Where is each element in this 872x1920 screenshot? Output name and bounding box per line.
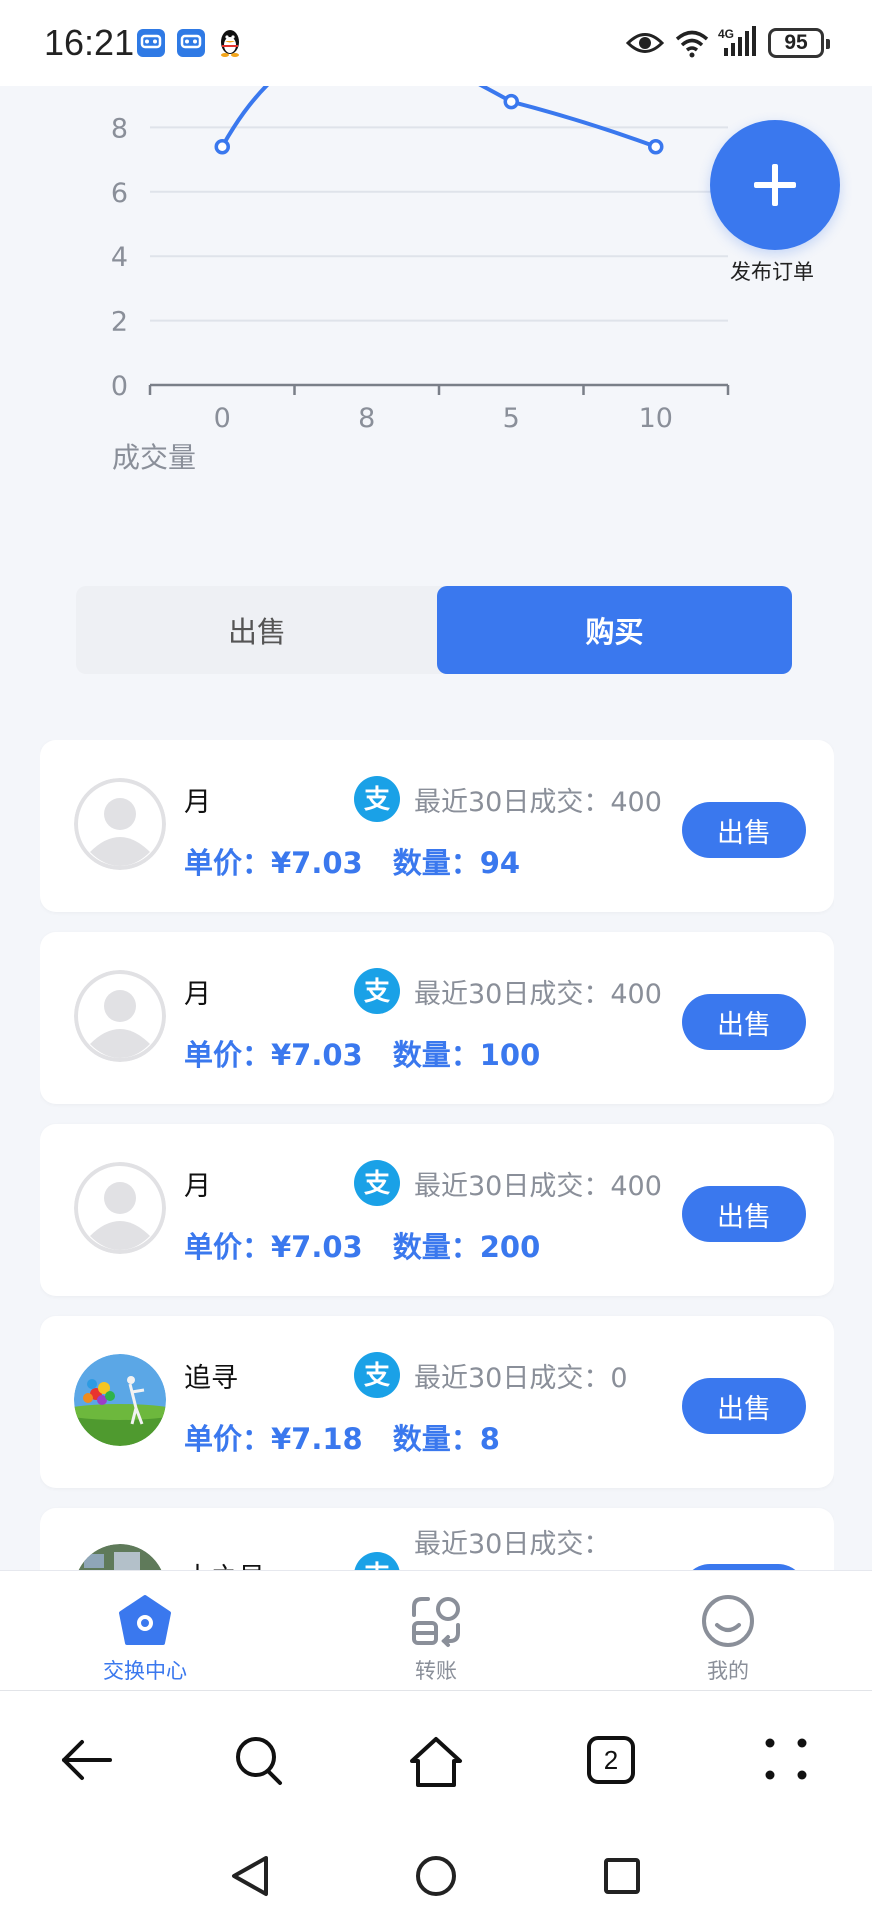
seller-name: 月 <box>184 787 211 818</box>
recent-volume: 最近30日成交：400 <box>414 1171 662 1202</box>
recent-volume: 最近30日成交： <box>414 1529 611 1560</box>
quantity: 数量：94 <box>392 846 521 880</box>
eye-icon <box>625 28 665 62</box>
qq-penguin-icon <box>216 28 244 62</box>
alipay-icon: 支 <box>354 968 400 1018</box>
quantity: 数量：100 <box>392 1038 541 1072</box>
chart-x-axis-label: 成交量 <box>112 441 197 474</box>
svg-text:支: 支 <box>364 977 390 1007</box>
search-icon[interactable] <box>234 1735 284 1791</box>
price-row: 单价：¥7.03 数量：94 <box>184 840 520 882</box>
chart-x-tick-label: 0 <box>214 403 231 434</box>
nav-transfer[interactable]: 转账 <box>336 1571 536 1691</box>
nav-label: 转账 <box>415 1659 457 1683</box>
tab-sell[interactable]: 出售 <box>76 586 438 674</box>
chart-x-tick-label: 10 <box>639 403 673 434</box>
transfer-icon <box>408 1593 464 1653</box>
system-back-icon[interactable] <box>228 1852 272 1904</box>
order-card: 月 支 最近30日成交：400 单价：¥7.03 数量：200 出售 <box>40 1124 834 1296</box>
browser-toolbar: 2 <box>0 1690 872 1830</box>
svg-text:2: 2 <box>604 1745 618 1775</box>
seller-name: 追寻 <box>184 1363 238 1394</box>
back-arrow-icon[interactable] <box>60 1735 114 1789</box>
chart-y-tick-label: 0 <box>111 371 128 402</box>
tab-buy[interactable]: 购买 <box>437 586 792 674</box>
system-recents-icon[interactable] <box>600 1852 644 1904</box>
wifi-icon <box>674 28 710 62</box>
alipay-icon: 支 <box>354 1160 400 1210</box>
chart-data-point <box>503 93 519 110</box>
status-bar: 16:21 4G 95 <box>0 0 872 86</box>
avatar <box>74 1162 166 1254</box>
sell-button[interactable]: 出售 <box>682 994 806 1050</box>
smile-icon <box>700 1593 756 1653</box>
plus-icon <box>754 164 796 206</box>
order-card: 木之易 支 最近30日成交： 出售 <box>40 1508 834 1570</box>
nav-mine[interactable]: 我的 <box>628 1571 828 1691</box>
chart-data-point <box>648 138 664 155</box>
chart-x-tick-label: 5 <box>503 403 520 434</box>
seller-name: 月 <box>184 1171 211 1202</box>
home-icon[interactable] <box>408 1735 464 1793</box>
battery-icon: 95 <box>768 28 830 58</box>
chart-y-tick-label: 2 <box>111 307 128 338</box>
chart-x-tick-label: 8 <box>358 403 375 434</box>
chart-y-tick-label: 4 <box>111 242 128 273</box>
unit-price: 单价：¥7.18 <box>184 1422 363 1456</box>
unit-price: 单价：¥7.03 <box>184 846 363 880</box>
recent-volume: 最近30日成交：0 <box>414 1363 628 1394</box>
svg-text:支: 支 <box>364 1361 390 1391</box>
sell-button[interactable]: 出售 <box>682 1378 806 1434</box>
recent-volume: 最近30日成交：400 <box>414 787 662 818</box>
avatar <box>74 778 166 870</box>
quantity: 数量：8 <box>392 1422 500 1456</box>
signal-icon: 4G <box>718 26 758 62</box>
svg-text:支: 支 <box>364 1169 390 1199</box>
bottom-nav: 交换中心 转账 我的 <box>0 1570 872 1690</box>
alipay-icon: 支 <box>354 1552 400 1570</box>
exchange-center-icon <box>117 1593 173 1653</box>
app-icon <box>176 28 206 62</box>
app-icon <box>136 28 166 62</box>
trade-type-tabs: 出售 购买 <box>76 586 792 674</box>
svg-text:支: 支 <box>364 785 390 815</box>
sell-button[interactable]: 出售 <box>682 802 806 858</box>
system-nav-bar <box>0 1830 872 1920</box>
publish-order-button[interactable] <box>710 120 840 250</box>
avatar <box>74 970 166 1062</box>
quantity: 数量：200 <box>392 1230 541 1264</box>
avatar <box>74 1354 166 1446</box>
sell-button[interactable]: 出售 <box>682 1186 806 1242</box>
more-dots-icon[interactable] <box>764 1735 808 1787</box>
seller-name: 木之易 <box>184 1556 265 1570</box>
chart-series-line <box>220 86 658 149</box>
status-time: 16:21 <box>44 22 135 63</box>
tabs-icon[interactable]: 2 <box>586 1735 636 1789</box>
publish-order-label[interactable]: 发布订单 <box>730 256 814 286</box>
nav-label: 交换中心 <box>103 1659 187 1683</box>
chart-y-tick-label: 8 <box>111 113 128 144</box>
avatar <box>74 1544 166 1570</box>
system-home-icon[interactable] <box>414 1852 458 1904</box>
svg-text:4G: 4G <box>718 27 734 41</box>
alipay-icon: 支 <box>354 776 400 826</box>
nav-exchange-center[interactable]: 交换中心 <box>45 1571 245 1691</box>
order-card: 月 支 最近30日成交：400 单价：¥7.03 数量：100 出售 <box>40 932 834 1104</box>
seller-name: 月 <box>184 979 211 1010</box>
unit-price: 单价：¥7.03 <box>184 1230 363 1264</box>
order-list[interactable]: 月 支 最近30日成交：400 单价：¥7.03 数量：94 出售 月 支 最近3… <box>40 740 834 1570</box>
nav-label: 我的 <box>707 1659 749 1683</box>
order-card: 月 支 最近30日成交：400 单价：¥7.03 数量：94 出售 <box>40 740 834 912</box>
price-row: 单价：¥7.18 数量：8 <box>184 1416 500 1458</box>
price-row: 单价：¥7.03 数量：200 <box>184 1224 540 1266</box>
svg-text:支: 支 <box>364 1561 390 1570</box>
chart-data-point <box>214 138 230 155</box>
recent-volume: 最近30日成交：400 <box>414 979 662 1010</box>
price-row: 单价：¥7.03 数量：100 <box>184 1032 540 1074</box>
chart-y-tick-label: 6 <box>111 178 128 209</box>
alipay-icon: 支 <box>354 1352 400 1402</box>
order-card: 追寻 支 最近30日成交：0 单价：¥7.18 数量：8 出售 <box>40 1316 834 1488</box>
unit-price: 单价：¥7.03 <box>184 1038 363 1072</box>
